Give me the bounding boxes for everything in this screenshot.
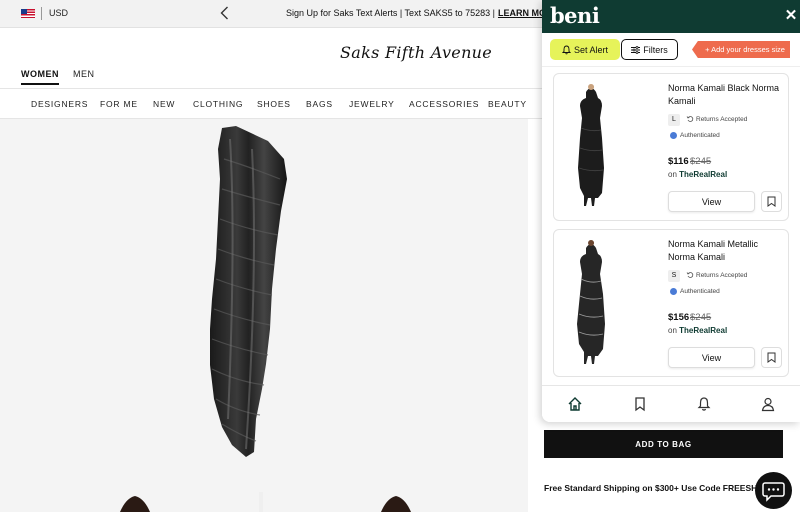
sliders-icon — [631, 45, 641, 54]
seller-name[interactable]: TheRealReal — [679, 326, 727, 335]
view-button[interactable]: View — [668, 347, 755, 368]
authenticated-badge: Authenticated — [670, 132, 720, 139]
result-title: Norma Kamali Black Norma Kamali — [668, 83, 780, 106]
bell-icon[interactable] — [696, 396, 712, 412]
view-button[interactable]: View — [668, 191, 755, 212]
beni-toolbar: Set Alert Filters + Add your dresses siz… — [542, 33, 800, 67]
nav-shoes[interactable]: SHOES — [257, 99, 291, 109]
promo-banner: Sign Up for Saks Text Alerts | Text SAKS… — [286, 8, 558, 18]
results-list[interactable]: Norma Kamali Black Norma Kamali L Return… — [542, 67, 800, 385]
beni-bottom-nav — [542, 385, 800, 422]
return-arrow-icon — [686, 272, 694, 278]
original-price: $245 — [690, 156, 712, 167]
seller-prefix: on — [668, 326, 677, 335]
add-size-button[interactable]: + Add your dresses size — [692, 41, 790, 58]
bell-icon — [561, 45, 571, 54]
category-nav: DESIGNERS FOR ME NEW CLOTHING SHOES BAGS… — [0, 89, 542, 118]
result-card[interactable]: Norma Kamali Black Norma Kamali L Return… — [553, 73, 789, 221]
size-badge: L — [668, 114, 680, 126]
bookmark-icon[interactable] — [632, 396, 648, 412]
authenticated-label: Authenticated — [680, 132, 720, 139]
return-arrow-icon — [686, 116, 694, 122]
result-card[interactable]: Norma Kamali Metallic Norma Kamali S Ret… — [553, 229, 789, 377]
shipping-message: Free Standard Shipping on $300+ Use Code… — [544, 483, 766, 493]
seller-prefix: on — [668, 170, 677, 179]
chat-button[interactable] — [755, 472, 792, 509]
nav-designers[interactable]: DESIGNERS — [31, 99, 88, 109]
nav-bags[interactable]: BAGS — [306, 99, 333, 109]
nav-accessories[interactable]: ACCESSORIES — [409, 99, 479, 109]
close-icon[interactable]: ✕ — [783, 7, 799, 25]
verified-icon — [670, 132, 677, 139]
beni-header: beni ✕ — [542, 0, 800, 33]
home-icon[interactable] — [567, 396, 583, 412]
nav-beauty[interactable]: BEAUTY — [488, 99, 527, 109]
returns-badge: Returns Accepted — [686, 271, 747, 279]
saks-logo[interactable]: Saks Fifth Avenue — [340, 43, 492, 62]
product-image[interactable] — [0, 119, 528, 492]
nav-jewelry[interactable]: JEWELRY — [349, 99, 395, 109]
verified-icon — [670, 288, 677, 295]
result-price: $116 — [668, 156, 689, 167]
thumbnail-strip — [0, 492, 528, 512]
result-title: Norma Kamali Metallic Norma Kamali — [668, 239, 759, 262]
beni-logo: beni — [550, 3, 600, 28]
beni-panel: beni ✕ Set Alert Filters + Add your dres… — [542, 0, 800, 422]
authenticated-badge: Authenticated — [670, 288, 720, 295]
us-flag-icon[interactable] — [21, 9, 35, 18]
add-to-bag-button[interactable]: ADD TO BAG — [544, 430, 783, 458]
returns-label: Returns Accepted — [696, 271, 748, 279]
bookmark-icon[interactable] — [761, 191, 782, 212]
result-image[interactable] — [558, 78, 624, 218]
authenticated-label: Authenticated — [680, 288, 720, 295]
promo-text: Sign Up for Saks Text Alerts | Text SAKS… — [286, 8, 495, 18]
user-icon[interactable] — [760, 396, 776, 412]
set-alert-label: Set Alert — [573, 44, 609, 55]
returns-label: Returns Accepted — [696, 115, 748, 123]
tab-men[interactable]: MEN — [73, 69, 95, 79]
size-badge: S — [668, 270, 680, 282]
result-image[interactable] — [558, 234, 624, 374]
seller-name[interactable]: TheRealReal — [679, 170, 727, 179]
set-alert-button[interactable]: Set Alert — [550, 39, 620, 60]
original-price: $245 — [690, 312, 712, 323]
filters-button[interactable]: Filters — [621, 39, 678, 60]
filters-label: Filters — [643, 44, 668, 55]
chat-bubble-icon — [762, 482, 785, 502]
nav-clothing[interactable]: CLOTHING — [193, 99, 243, 109]
chevron-left-icon[interactable] — [217, 6, 231, 22]
nav-new[interactable]: NEW — [153, 99, 175, 109]
returns-badge: Returns Accepted — [686, 115, 747, 123]
bookmark-icon[interactable] — [761, 347, 782, 368]
nav-for-me[interactable]: FOR ME — [100, 99, 138, 109]
seller-line: on TheRealReal — [668, 170, 727, 179]
divider — [41, 7, 42, 20]
seller-line: on TheRealReal — [668, 326, 727, 335]
thumbnail[interactable] — [263, 492, 528, 512]
currency-selector[interactable]: USD — [49, 8, 68, 18]
saks-product-page: USD Sign Up for Saks Text Alerts | Text … — [0, 0, 800, 512]
thumbnail[interactable] — [0, 492, 259, 512]
tab-women[interactable]: WOMEN — [21, 69, 59, 85]
result-price: $156 — [668, 312, 690, 323]
